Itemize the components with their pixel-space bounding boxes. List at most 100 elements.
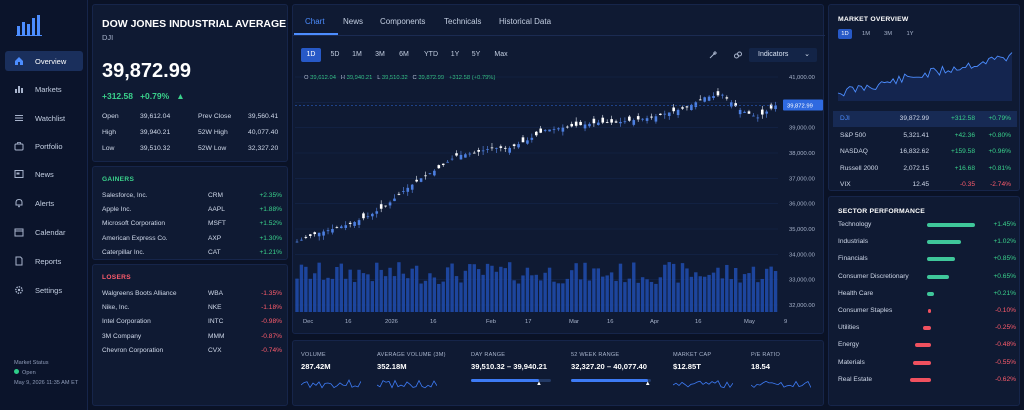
overview-tab-3m[interactable]: 3M bbox=[881, 29, 895, 39]
sector-percent: -0.62% bbox=[995, 375, 1016, 383]
ohlc-readout: O 39,612.04 H 39,940.21 L 39,510.32 C 39… bbox=[304, 75, 495, 81]
sidebar-item-label: Watchlist bbox=[35, 113, 66, 123]
range-3m[interactable]: 3M bbox=[371, 48, 389, 62]
overview-tab-1m[interactable]: 1M bbox=[859, 29, 873, 39]
candle-body bbox=[636, 116, 640, 120]
range-1d[interactable]: 1D bbox=[301, 48, 321, 62]
volume-bar bbox=[765, 268, 769, 312]
candle-body bbox=[756, 117, 760, 119]
sector-percent: -0.55% bbox=[995, 358, 1016, 366]
sector-row[interactable]: Consumer Staples -0.10% bbox=[838, 307, 1016, 317]
losers-title: LOSERS bbox=[102, 274, 131, 281]
sidebar-item-watchlist[interactable]: Watchlist bbox=[5, 108, 83, 128]
tab-news[interactable]: News bbox=[343, 17, 363, 26]
tab-historical-data[interactable]: Historical Data bbox=[499, 17, 551, 26]
index-name: VIX bbox=[840, 181, 851, 188]
candle-body bbox=[472, 152, 476, 154]
link-icon[interactable] bbox=[733, 50, 743, 62]
overview-tab-1y[interactable]: 1Y bbox=[903, 29, 917, 39]
stat-value: 39,560.41 bbox=[248, 113, 279, 120]
volume-bar bbox=[459, 282, 463, 312]
candle-body bbox=[406, 187, 410, 192]
volume-bar bbox=[539, 280, 543, 312]
sidebar-item-overview[interactable]: Overview bbox=[5, 51, 83, 71]
volume-bar bbox=[773, 271, 778, 312]
sidebar-item-calendar[interactable]: Calendar bbox=[5, 222, 83, 242]
tab-chart[interactable]: Chart bbox=[305, 17, 325, 26]
volume-bar bbox=[618, 263, 623, 312]
volume-bar bbox=[649, 281, 654, 312]
range-1y[interactable]: 1Y bbox=[448, 48, 462, 62]
crosshair-draw-icon[interactable] bbox=[709, 50, 721, 62]
candle-body bbox=[676, 109, 680, 116]
volume-bar bbox=[410, 268, 414, 312]
candle-body bbox=[317, 232, 321, 237]
volume-bar bbox=[769, 266, 773, 312]
range-5d[interactable]: 5D bbox=[326, 48, 344, 62]
range-marker-icon: ▲ bbox=[536, 381, 542, 387]
indicators-dropdown[interactable]: Indicators ⌄ bbox=[749, 48, 817, 62]
sector-row[interactable]: Materials -0.55% bbox=[838, 359, 1016, 369]
tab-technicals[interactable]: Technicals bbox=[444, 17, 481, 26]
sector-bar-positive bbox=[927, 257, 956, 262]
range-ytd[interactable]: YTD bbox=[420, 48, 442, 62]
candle-body bbox=[539, 128, 543, 133]
sidebar-item-portfolio[interactable]: Portfolio bbox=[5, 136, 83, 156]
range-1m[interactable]: 1M bbox=[348, 48, 366, 62]
sector-row[interactable]: Real Estate -0.62% bbox=[838, 376, 1016, 386]
volume-bar bbox=[645, 279, 649, 312]
sector-row[interactable]: Financials +0.85% bbox=[838, 255, 1016, 265]
market-status: Market Status Open May 9, 2026 11:35 AM … bbox=[14, 358, 78, 388]
volume-bar bbox=[406, 278, 410, 312]
index-row[interactable]: DJI 39,872.99 +312.58 +0.79% bbox=[833, 111, 1017, 127]
volume-bar bbox=[419, 283, 423, 312]
volume-bar bbox=[397, 262, 401, 312]
candle-body bbox=[437, 165, 441, 169]
gear-icon bbox=[11, 285, 27, 295]
sector-row[interactable]: Utilities -0.25% bbox=[838, 324, 1016, 334]
y-tick-label: 41,000.00 bbox=[789, 75, 815, 81]
index-name: DJI bbox=[840, 115, 850, 122]
range-6m[interactable]: 6M bbox=[395, 48, 413, 62]
sector-row[interactable]: Technology +1.45% bbox=[838, 221, 1016, 231]
volume-bar bbox=[587, 280, 592, 312]
volume-bar bbox=[623, 282, 627, 312]
candle-body bbox=[526, 140, 529, 144]
candle-body bbox=[344, 225, 348, 228]
stat-value: 352.18M bbox=[377, 362, 407, 371]
candle-body bbox=[663, 113, 667, 115]
range-track: ▲ bbox=[471, 379, 551, 387]
sidebar-item-reports[interactable]: Reports bbox=[5, 251, 83, 271]
sector-row[interactable]: Health Care +0.21% bbox=[838, 290, 1016, 300]
volume-bar bbox=[689, 276, 694, 312]
volume-bar bbox=[574, 263, 578, 312]
index-row[interactable]: VIX 12.45 -0.35 -2.74% bbox=[833, 177, 1017, 193]
overview-tab-1d[interactable]: 1D bbox=[838, 29, 852, 39]
sector-row[interactable]: Energy -0.48% bbox=[838, 341, 1016, 351]
range-max[interactable]: Max bbox=[491, 48, 511, 62]
sidebar-item-settings[interactable]: Settings bbox=[5, 280, 83, 300]
volume-bar bbox=[454, 276, 459, 312]
sidebar-item-news[interactable]: News bbox=[5, 164, 83, 184]
ticker-symbol: AAPL bbox=[208, 206, 225, 214]
volume-bar bbox=[490, 265, 494, 312]
volume-bar bbox=[361, 273, 366, 312]
index-row[interactable]: Russell 2000 2,072.15 +16.68 +0.81% bbox=[833, 161, 1017, 177]
gainers-panel: GAINERS Salesforce, Inc. CRM +2.35% Apple I… bbox=[92, 166, 288, 260]
index-row[interactable]: NASDAQ 16,832.62 +159.58 +0.96% bbox=[833, 144, 1017, 160]
range-5y[interactable]: 5Y bbox=[468, 48, 484, 62]
tab-components[interactable]: Components bbox=[380, 17, 425, 26]
y-tick-label: 36,000.00 bbox=[789, 202, 815, 208]
sidebar-item-alerts[interactable]: Alerts bbox=[5, 193, 83, 213]
ohlc-low: 39,510.32 bbox=[381, 75, 408, 81]
sector-name: Consumer Discretionary bbox=[838, 272, 909, 280]
sector-row[interactable]: Industrials +1.02% bbox=[838, 238, 1016, 248]
volume-bar bbox=[516, 283, 521, 312]
sector-row[interactable]: Consumer Discretionary +0.65% bbox=[838, 273, 1016, 283]
newspaper-icon bbox=[11, 169, 27, 179]
volume-bar bbox=[601, 276, 605, 312]
percent-change: -0.98% bbox=[261, 318, 282, 326]
index-row[interactable]: S&P 500 5,321.41 +42.36 +0.80% bbox=[833, 128, 1017, 144]
sidebar-item-markets[interactable]: Markets bbox=[5, 79, 83, 99]
index-name: S&P 500 bbox=[840, 131, 866, 139]
